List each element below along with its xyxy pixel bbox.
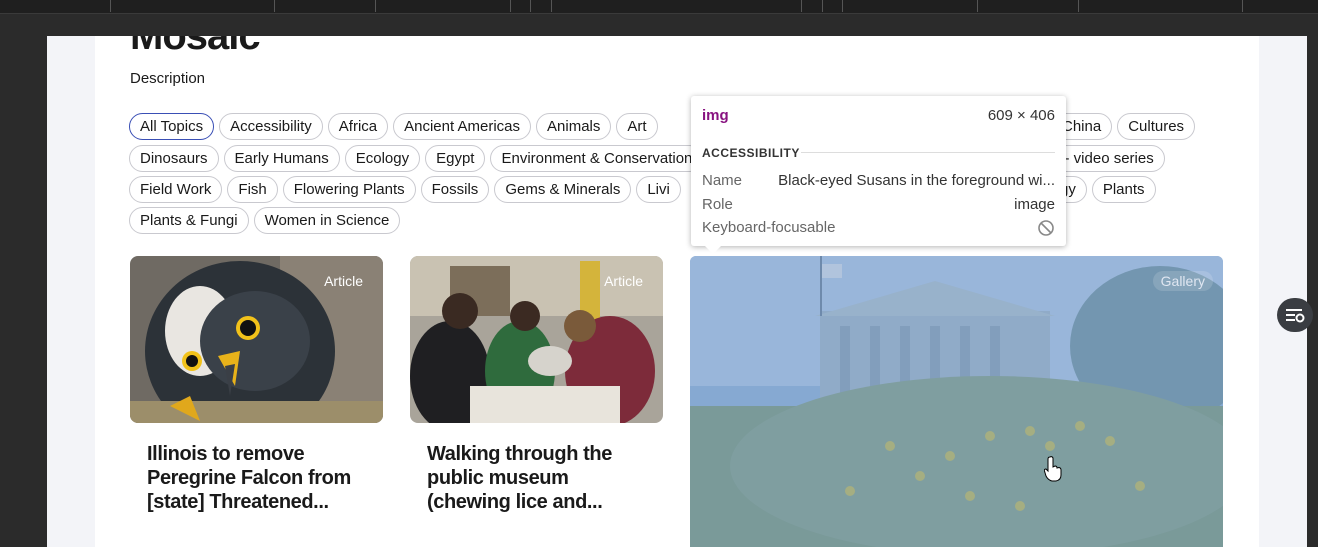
topic-chip[interactable]: Fish (227, 176, 278, 203)
topic-row: China Cultures (1051, 113, 1196, 140)
toolbar-divider (801, 0, 802, 12)
a11y-role-value: image (1014, 196, 1055, 213)
topic-chip[interactable]: Early Humans (223, 145, 340, 172)
topic-chip[interactable]: Fossils (420, 176, 490, 203)
article-title[interactable]: Walking through the public museum (chewi… (427, 442, 647, 514)
topic-chip[interactable]: Ecology (344, 145, 421, 172)
inspect-tooltip: img 609 × 406 ACCESSIBILITY Name Black-e… (691, 96, 1066, 254)
topic-chip[interactable]: Livi (636, 176, 681, 203)
toolbar-divider (375, 0, 376, 12)
topic-chip[interactable]: Environment & Conservation (490, 145, 704, 172)
topic-chip[interactable]: Plants (1091, 176, 1156, 203)
article-thumbnail[interactable]: Article (410, 256, 663, 423)
toolbar-divider (110, 0, 111, 12)
topic-chip[interactable]: Cultures (1117, 113, 1196, 140)
toolbar-divider (510, 0, 511, 12)
a11y-name-row: Name Black-eyed Susans in the foreground… (702, 172, 1055, 189)
hand-pointer-icon (1043, 456, 1062, 487)
a11y-name-value: Black-eyed Susans in the foreground wi..… (778, 172, 1055, 189)
content-type-badge: Article (324, 273, 363, 289)
element-tag: img (702, 107, 729, 124)
toolbar-divider (977, 0, 978, 12)
topic-chip-all-topics[interactable]: All Topics (129, 113, 215, 140)
content-type-badge: Gallery (1152, 271, 1213, 291)
article-card[interactable]: Article Illinois to remove Peregrine Fal… (130, 256, 383, 513)
window-gutter (1307, 14, 1318, 547)
list-settings-icon (1286, 309, 1305, 323)
topic-row: All Topics Accessibility Africa Ancient … (129, 113, 658, 140)
topic-chip[interactable]: Africa (327, 113, 389, 140)
a11y-focus-label: Keyboard-focusable (702, 219, 836, 236)
accessibility-heading: ACCESSIBILITY (702, 146, 800, 160)
topic-row: Plants & Fungi Women in Science (129, 207, 401, 234)
element-dimensions: 609 × 406 (987, 107, 1055, 124)
topic-chip[interactable]: Plants & Fungi (129, 207, 249, 234)
topic-chip[interactable]: Accessibility (219, 113, 323, 140)
topic-chip[interactable]: Egypt (425, 145, 486, 172)
toolbar-divider (530, 0, 531, 12)
article-thumbnail[interactable]: Article (130, 256, 383, 423)
toolbar-divider (274, 0, 275, 12)
page-viewport: Mosaic Description All Topics Accessibil… (47, 36, 1307, 547)
toolbar-divider (822, 0, 823, 12)
article-card[interactable]: Article Walking through the public museu… (410, 256, 663, 513)
topic-chip[interactable]: Flowering Plants (282, 176, 416, 203)
gallery-card[interactable]: Gallery (690, 256, 1223, 547)
topic-chip[interactable]: Animals (536, 113, 612, 140)
topic-chip[interactable]: Art (616, 113, 658, 140)
a11y-role-label: Role (702, 196, 733, 213)
a11y-role-row: Role image (702, 196, 1055, 213)
a11y-focus-row: Keyboard-focusable (702, 219, 1055, 236)
side-panel-toggle-button[interactable] (1277, 298, 1313, 332)
topic-chip[interactable]: Field Work (129, 176, 223, 203)
page-title: Mosaic (130, 36, 261, 58)
tooltip-arrow (705, 246, 721, 254)
toolbar-divider (842, 0, 843, 12)
toolbar-divider (551, 0, 552, 12)
toolbar-divider (1078, 0, 1079, 12)
content-type-badge: Article (604, 273, 643, 289)
topic-chip[interactable]: Ancient Americas (393, 113, 532, 140)
section-divider (801, 152, 1055, 153)
page-content: Mosaic Description All Topics Accessibil… (95, 36, 1259, 547)
toolbar-divider (1242, 0, 1243, 12)
topic-row: Dinosaurs Early Humans Ecology Egypt Env… (129, 145, 704, 172)
devtools-toolbar (0, 0, 1318, 14)
flower-garden-image[interactable] (690, 256, 1223, 547)
not-focusable-icon (1037, 219, 1055, 241)
article-title[interactable]: Illinois to remove Peregrine Falcon from… (147, 442, 367, 514)
page-description: Description (130, 70, 206, 87)
topic-chip[interactable]: Women in Science (253, 207, 401, 234)
topic-chip[interactable]: Dinosaurs (129, 145, 219, 172)
a11y-name-label: Name (702, 172, 743, 189)
topic-chip[interactable]: Gems & Minerals (494, 176, 632, 203)
topic-row: Field Work Fish Flowering Plants Fossils… (129, 176, 681, 203)
